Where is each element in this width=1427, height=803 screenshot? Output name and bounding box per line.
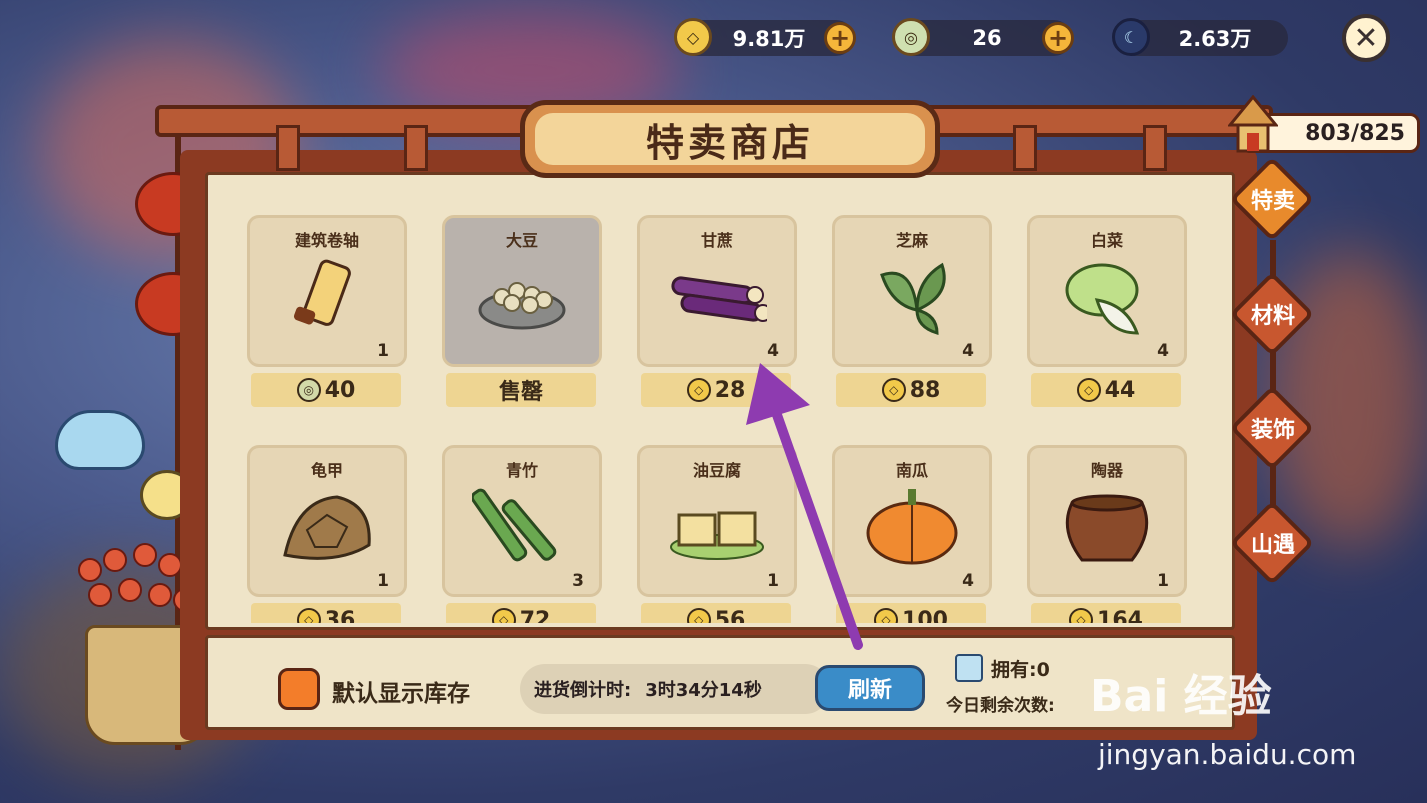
- soybean-icon: [472, 255, 572, 335]
- owned-count-label: 拥有:0: [991, 658, 1050, 681]
- shop-item-card[interactable]: 龟甲 1 ◇ 36: [247, 445, 407, 623]
- jade-coin-icon: ◎: [296, 378, 321, 402]
- add-jade-button[interactable]: +: [1042, 22, 1074, 54]
- refresh-ticket-owned: 拥有:0: [955, 654, 1050, 682]
- item-name: 白菜: [1090, 231, 1123, 250]
- item-price-value: 100: [902, 607, 948, 624]
- item-count: 4: [962, 341, 974, 361]
- item-name: 大豆: [505, 231, 538, 250]
- page-title: 特卖商店: [645, 119, 814, 165]
- currency-jade: ◎ 26 +: [892, 18, 1074, 56]
- watermark-url: jingyan.baidu.com: [1098, 738, 1357, 771]
- fish-kite-icon: [55, 410, 145, 470]
- tortoise-shell-icon: [277, 485, 377, 565]
- jade-coin-icon: ◎: [892, 18, 930, 56]
- item-sold-out: 售罄: [446, 373, 596, 407]
- tab-mountain-encounter[interactable]: 山遇: [1229, 500, 1315, 586]
- sold-out-label: 售罄: [498, 380, 543, 405]
- item-price-value: 164: [1097, 607, 1143, 624]
- shop-item-card[interactable]: 建筑卷轴 1 ◎ 40: [247, 215, 407, 410]
- item-count: 1: [1157, 571, 1169, 591]
- tab-materials[interactable]: 材料: [1229, 271, 1315, 357]
- refresh-button[interactable]: 刷新: [815, 665, 925, 711]
- restock-timer-label: 进货倒计时:: [534, 680, 632, 701]
- copper-coin-icon: ◇: [674, 18, 712, 56]
- item-name: 陶器: [1090, 461, 1123, 480]
- item-price-value: 40: [324, 377, 356, 403]
- item-price[interactable]: ◇ 44: [1031, 373, 1181, 407]
- copper-coin-icon: ◇: [686, 608, 711, 623]
- frame-post: [276, 125, 300, 171]
- tab-label: 山遇: [1250, 533, 1295, 558]
- close-icon: ✕: [1353, 20, 1379, 56]
- currency-moon: ☾ 2.63万: [1112, 18, 1288, 56]
- item-count: 3: [572, 571, 584, 591]
- frame-post: [1013, 125, 1037, 171]
- item-count: 4: [1157, 341, 1169, 361]
- tab-label: 特卖: [1250, 189, 1295, 214]
- currency-moon-value: 2.63万: [1178, 27, 1252, 51]
- add-copper-button[interactable]: +: [824, 22, 856, 54]
- item-price-value: 44: [1104, 377, 1136, 403]
- shop-item-card[interactable]: 陶器 1 ◇ 164: [1027, 445, 1187, 623]
- restock-timer: 进货倒计时: 3时34分14秒: [520, 664, 830, 714]
- frame-post: [404, 125, 428, 171]
- scroll-icon: [277, 255, 377, 335]
- shop-item-card[interactable]: 大豆 售罄: [442, 215, 602, 410]
- moon-icon: ☾: [1112, 18, 1150, 56]
- sesame-icon: [862, 255, 962, 336]
- storage-capacity-value: 803/825: [1305, 120, 1405, 146]
- shop-item-card[interactable]: 青竹 3 ◇ 72: [442, 445, 602, 623]
- item-count: 1: [377, 341, 389, 361]
- item-count: 1: [377, 571, 389, 591]
- item-grid: 建筑卷轴 1 ◎ 40 大豆 售罄 甘蔗 4 ◇ 28 芝麻 4 ◇ 88 白菜 4 …: [235, 215, 1210, 623]
- remaining-times-label: 今日剩余次数:: [946, 696, 1055, 716]
- item-name: 甘蔗: [700, 231, 733, 250]
- shop-item-card[interactable]: 白菜 4 ◇ 44: [1027, 215, 1187, 410]
- item-price-value: 36: [324, 607, 356, 624]
- frame-post: [1143, 125, 1167, 171]
- pottery-icon: [1057, 485, 1157, 565]
- copper-coin-icon: ◇: [491, 608, 516, 623]
- copper-coin-icon: ◇: [686, 378, 711, 402]
- copper-coin-icon: ◇: [881, 378, 906, 402]
- cabbage-icon: [1057, 255, 1157, 335]
- item-name: 建筑卷轴: [294, 231, 359, 250]
- tab-label: 材料: [1250, 304, 1295, 329]
- storehouse-icon: [1226, 94, 1280, 155]
- item-price[interactable]: ◎ 40: [251, 373, 401, 407]
- currency-jade-value: 26: [972, 26, 1002, 50]
- close-button[interactable]: ✕: [1342, 14, 1390, 62]
- annotation-arrow-icon: [746, 363, 863, 650]
- currency-copper-value: 9.81万: [732, 27, 806, 51]
- show-stock-toggle[interactable]: [278, 668, 320, 710]
- restock-timer-value: 3时34分14秒: [645, 680, 762, 701]
- sugarcane-icon: [667, 255, 772, 335]
- tab-label: 装饰: [1250, 418, 1295, 443]
- bamboo-icon: [470, 485, 572, 565]
- copper-coin-icon: ◇: [1076, 378, 1101, 402]
- tab-decorations[interactable]: 装饰: [1229, 385, 1315, 471]
- show-stock-label: 默认显示库存: [332, 680, 470, 707]
- item-price[interactable]: ◇ 164: [1031, 603, 1181, 623]
- item-name: 龟甲: [310, 461, 343, 480]
- item-name: 青竹: [505, 461, 538, 480]
- item-price[interactable]: ◇ 36: [251, 603, 401, 623]
- copper-coin-icon: ◇: [1069, 608, 1094, 623]
- item-name: 芝麻: [895, 231, 928, 250]
- title-plate: 特卖商店: [520, 100, 940, 178]
- refresh-label: 刷新: [847, 678, 892, 703]
- watermark-brand: Bai 经验: [1090, 671, 1272, 722]
- currency-copper: ◇ 9.81万 +: [674, 18, 856, 56]
- item-price-value: 88: [909, 377, 941, 403]
- item-count: 4: [962, 571, 974, 591]
- copper-coin-icon: ◇: [296, 608, 321, 623]
- tab-special-sale[interactable]: 特卖: [1229, 156, 1315, 242]
- item-price[interactable]: ◇ 72: [446, 603, 596, 623]
- refresh-ticket-icon: [955, 654, 983, 682]
- item-price-value: 72: [519, 607, 551, 624]
